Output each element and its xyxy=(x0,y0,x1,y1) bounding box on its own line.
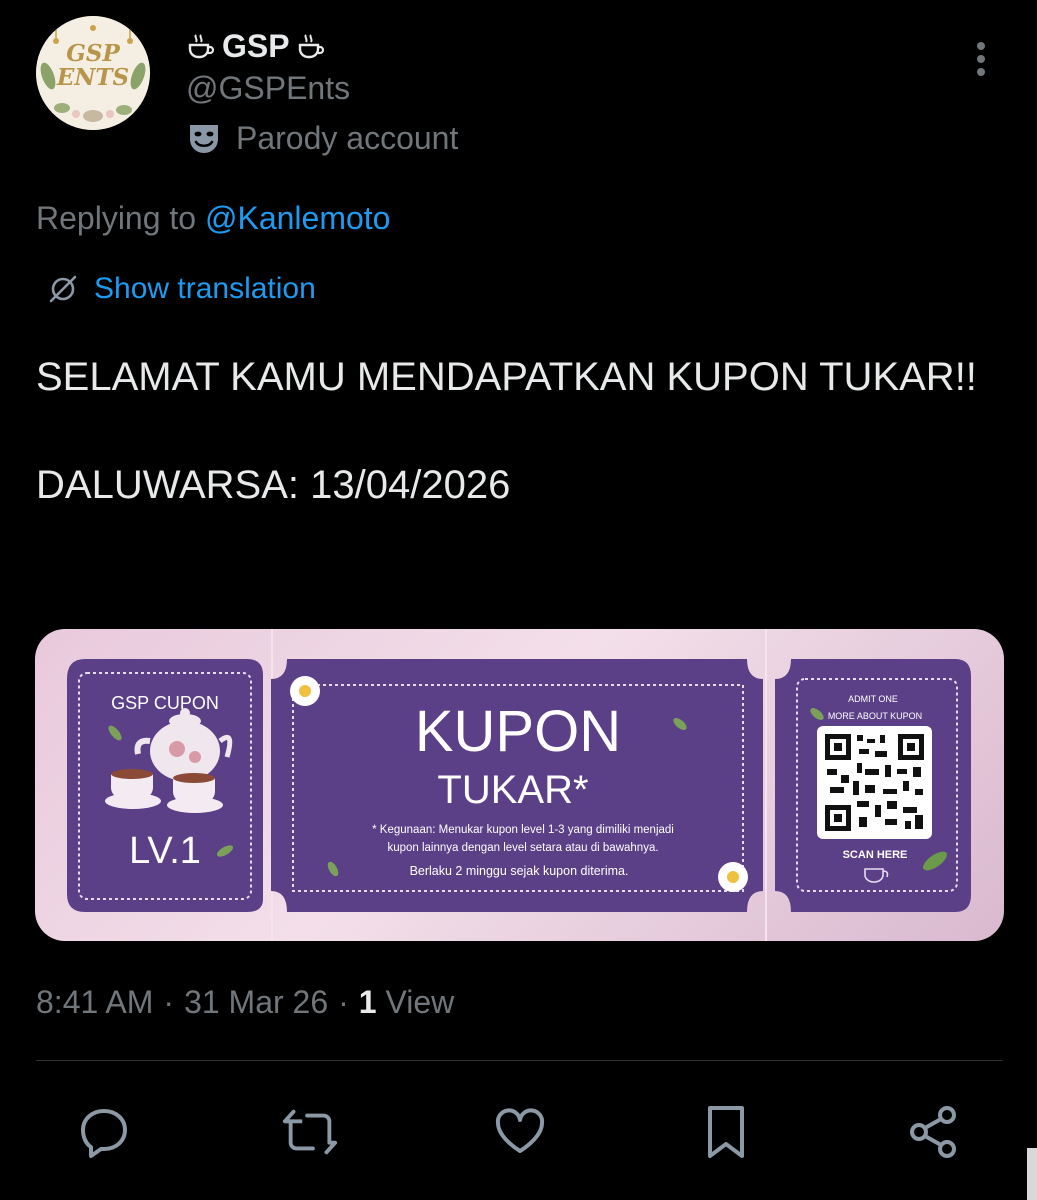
retweet-icon xyxy=(282,1109,338,1155)
parody-label: Parody account xyxy=(186,120,458,157)
tweet-actions-bar xyxy=(74,1100,974,1164)
hot-beverage-icon xyxy=(298,34,324,59)
bookmark-icon xyxy=(708,1106,744,1158)
coupon-scan: SCAN HERE xyxy=(843,849,908,861)
like-button[interactable] xyxy=(490,1100,550,1164)
share-button[interactable] xyxy=(904,1100,964,1164)
show-translation-label: Show translation xyxy=(94,272,316,305)
user-handle[interactable]: @GSPEnts xyxy=(186,70,350,107)
avatar-logo: GSP ENTS xyxy=(56,40,130,91)
divider xyxy=(36,1060,1003,1061)
replying-prefix: Replying to xyxy=(36,200,197,236)
reply-mention-link[interactable]: @Kanlemoto xyxy=(205,200,390,236)
reply-button[interactable] xyxy=(74,1100,134,1164)
like-icon xyxy=(495,1108,545,1153)
coupon-title: KUPON xyxy=(415,699,621,764)
reply-icon xyxy=(81,1109,127,1158)
display-name-row[interactable]: GSP xyxy=(186,26,326,66)
theater-masks-icon xyxy=(190,124,218,153)
coupon-desc-2: kupon lainnya dengan level setara atau d… xyxy=(387,842,658,854)
coupon-admit: ADMIT ONE xyxy=(848,694,898,704)
hot-beverage-icon xyxy=(188,34,215,59)
meta-separator: · xyxy=(163,984,175,1020)
tweet-time[interactable]: 8:41 AM xyxy=(36,984,153,1021)
avatar[interactable]: GSP ENTS xyxy=(36,16,150,130)
coupon-brand: GSP CUPON xyxy=(111,693,219,713)
tweet-text: SELAMAT KAMU MENDAPATKAN KUPON TUKAR!! D… xyxy=(36,355,977,507)
scrollbar-thumb[interactable] xyxy=(1027,1148,1037,1200)
coupon-level: LV.1 xyxy=(129,830,201,872)
more-options-icon[interactable] xyxy=(966,40,996,80)
coupon-image[interactable]: GSP CUPON LV.1 KUPON TUKAR* * Kegunaan: … xyxy=(35,629,1004,941)
parody-text: Parody account xyxy=(236,120,459,156)
view-count[interactable]: 1 View xyxy=(359,984,454,1021)
tweet-meta: 8:41 AM · 31 Mar 26 · 1 View xyxy=(36,984,454,1021)
meta-separator: · xyxy=(338,984,349,1020)
coupon-subtitle: TUKAR* xyxy=(437,768,588,812)
tweet-date[interactable]: 31 Mar 26 xyxy=(184,984,328,1021)
translate-icon xyxy=(49,275,77,303)
replying-to: Replying to @Kanlemoto xyxy=(36,200,390,237)
retweet-button[interactable] xyxy=(280,1100,340,1164)
bookmark-button[interactable] xyxy=(696,1100,756,1164)
coupon-graphic: GSP CUPON LV.1 KUPON TUKAR* * Kegunaan: … xyxy=(67,629,971,941)
share-icon xyxy=(910,1106,956,1158)
coupon-validity: Berlaku 2 minggu sejak kupon diterima. xyxy=(410,864,629,878)
coupon-desc-1: * Kegunaan: Menukar kupon level 1-3 yang… xyxy=(372,824,674,836)
coupon-more: MORE ABOUT KUPON xyxy=(828,711,922,721)
show-translation-link[interactable]: Show translation xyxy=(46,272,316,306)
display-name: GSP xyxy=(222,27,290,64)
